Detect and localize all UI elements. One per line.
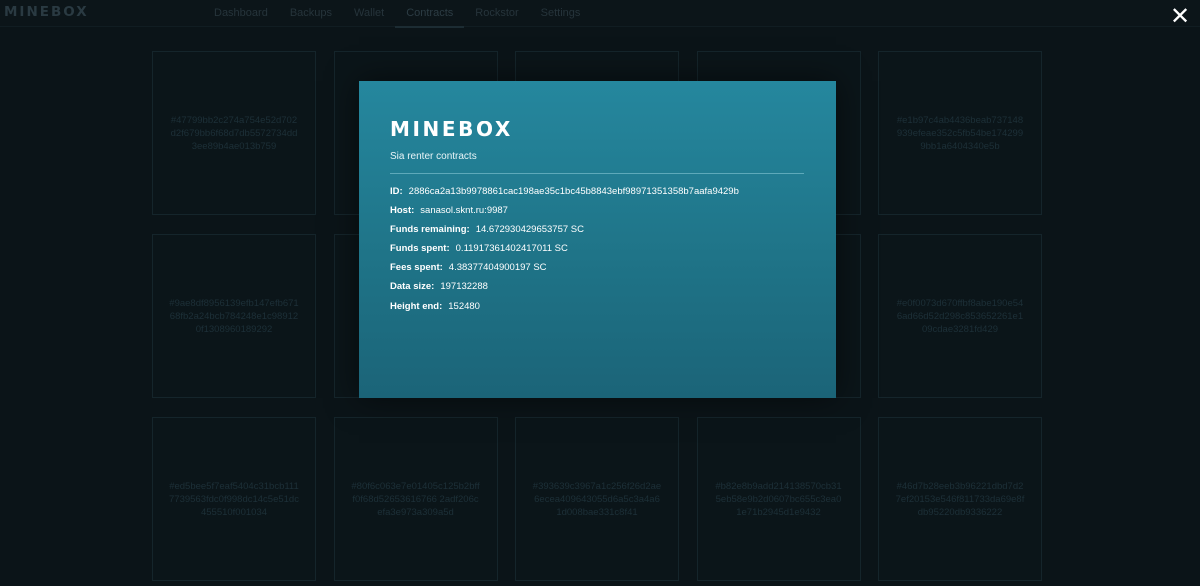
detail-label: Height end:: [390, 300, 443, 312]
detail-row: Funds spent: 0.11917361402417011 SC: [390, 243, 739, 262]
detail-value: 197132288: [440, 281, 488, 293]
detail-label: ID:: [390, 186, 403, 197]
nav-dashboard[interactable]: Dashboard: [203, 0, 279, 26]
nav-rockstor[interactable]: Rockstor: [464, 0, 529, 26]
svg-text:MINEBOX: MINEBOX: [390, 121, 513, 138]
nav-wallet[interactable]: Wallet: [343, 0, 395, 26]
contract-card[interactable]: #e1b97c4ab4436beab737148939efeae352c5fb5…: [878, 51, 1042, 215]
modal-divider: [390, 173, 804, 174]
contract-card-id: #b82e8b9add214138570cb315eb58e9b2d0607bc…: [715, 480, 842, 518]
contract-card[interactable]: #393639c3967a1c256f26d2ae6ecea409643055d…: [515, 417, 679, 581]
detail-value: 2886ca2a13b9978861cac198ae35c1bc45b8843e…: [408, 186, 739, 197]
detail-label: Funds spent:: [390, 243, 450, 255]
contract-card[interactable]: #e0f0073d670ffbf8abe190e546ad66d52d298c8…: [878, 234, 1042, 398]
top-navigation-bar: MINEBOX Dashboard Backups Wallet Contracts R…: [0, 0, 1200, 28]
close-icon[interactable]: ✕: [1168, 5, 1192, 30]
contract-card-id: #80f6c063e7e01405c125b2bfff0f68d52653616…: [351, 480, 480, 518]
contract-card[interactable]: #80f6c063e7e01405c125b2bfff0f68d52653616…: [333, 417, 498, 581]
detail-row: Data size: 197132288: [390, 281, 739, 300]
detail-label: Funds remaining:: [390, 224, 470, 236]
main-nav: Dashboard Backups Wallet Contracts Rockstor S…: [203, 0, 592, 28]
detail-row: Funds remaining: 14.672930429653757 SC: [390, 224, 739, 243]
contract-card[interactable]: #b82e8b9add214138570cb315eb58e9b2d0607bc…: [696, 417, 861, 581]
detail-value: 0.11917361402417011 SC: [455, 243, 568, 255]
nav-contracts[interactable]: Contracts: [395, 0, 465, 28]
detail-row: Host: sanasol.sknt.ru:9987: [390, 205, 739, 224]
detail-row: Height end: 152480: [390, 301, 739, 320]
minebox-modal-logo: MINEBOX: [390, 121, 513, 138]
minebox-logo: MINEBOX: [4, 4, 89, 18]
detail-label: Data size:: [390, 281, 435, 293]
detail-value: 14.672930429653757 SC: [475, 224, 584, 236]
contract-details: ID: 2886ca2a13b9978861cac198ae35c1bc45b88…: [390, 186, 739, 320]
contract-card-id: #47799bb2c274a754e52d702d2f679bb6f68d7db…: [170, 114, 298, 152]
detail-label: Host:: [390, 205, 415, 217]
contract-card-id: #ed5bee5f7eaf5404c31bcb1117739563fdc0f99…: [169, 480, 299, 518]
contract-card-id: #e0f0073d670ffbf8abe190e546ad66d52d298c8…: [896, 297, 1024, 335]
detail-value: sanasol.sknt.ru:9987: [420, 205, 508, 217]
detail-row: Fees spent: 4.38377404900197 SC: [390, 262, 739, 281]
contract-card-id: #9ae8df8956139efb147efb67168fb2a24bcb784…: [169, 297, 299, 335]
nav-backups[interactable]: Backups: [279, 0, 343, 26]
contract-card-id: #393639c3967a1c256f26d2ae6ecea409643055d…: [532, 480, 662, 518]
modal-subtitle: Sia renter contracts: [390, 151, 477, 162]
nav-settings[interactable]: Settings: [530, 0, 592, 26]
contract-card[interactable]: #9ae8df8956139efb147efb67168fb2a24bcb784…: [152, 234, 316, 398]
svg-text:MINEBOX: MINEBOX: [4, 4, 89, 18]
contract-card-id: #46d7b28eeb3b96221dbd7d27ef20153e546f811…: [895, 480, 1025, 518]
contract-card[interactable]: #47799bb2c274a754e52d702d2f679bb6f68d7db…: [152, 51, 316, 215]
contract-details-modal: MINEBOX Sia renter contracts ID: 2886ca2a…: [359, 81, 836, 398]
contract-card-id: #e1b97c4ab4436beab737148939efeae352c5fb5…: [896, 114, 1024, 152]
detail-row: ID: 2886ca2a13b9978861cac198ae35c1bc45b88…: [390, 186, 739, 205]
detail-value: 4.38377404900197 SC: [448, 262, 547, 274]
contract-card[interactable]: #46d7b28eeb3b96221dbd7d27ef20153e546f811…: [878, 417, 1042, 581]
contract-card[interactable]: #ed5bee5f7eaf5404c31bcb1117739563fdc0f99…: [152, 417, 316, 581]
detail-value: 152480: [448, 300, 480, 312]
detail-label: Fees spent:: [390, 262, 443, 274]
